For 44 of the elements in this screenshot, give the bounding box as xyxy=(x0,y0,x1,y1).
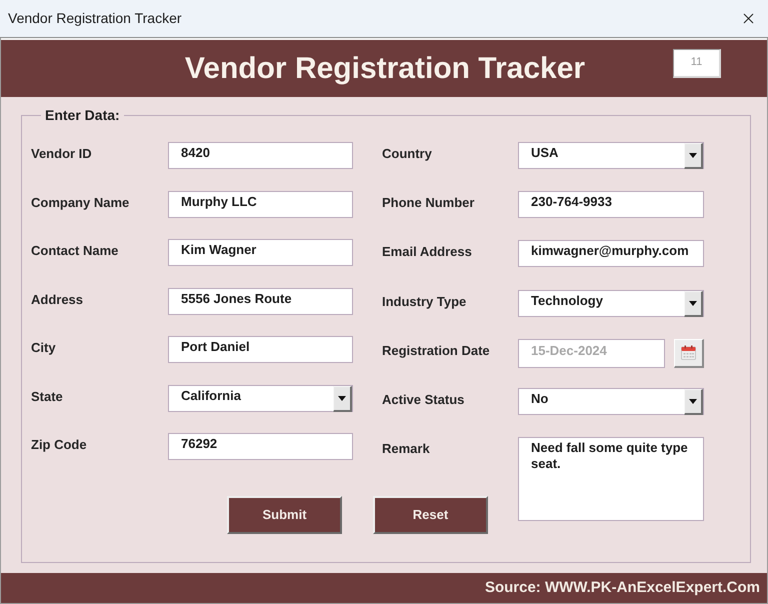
field-label: Company Name xyxy=(31,194,130,210)
text-field[interactable]: 8420 xyxy=(168,142,353,169)
window-title: Vendor Registration Tracker xyxy=(8,9,182,28)
dropdown-button[interactable] xyxy=(684,388,703,415)
dropdown-button[interactable] xyxy=(684,143,703,169)
form-button[interactable]: Submit xyxy=(227,496,342,534)
record-counter: 11 xyxy=(673,49,721,78)
text-field[interactable]: 230-764-9933 xyxy=(518,191,704,218)
field-label: Phone Number xyxy=(382,194,476,212)
frame-caption: Enter Data: xyxy=(44,107,121,123)
dropdown-button[interactable] xyxy=(684,290,703,317)
caret-down-icon xyxy=(689,300,697,306)
field-label: Country xyxy=(382,145,433,162)
field-label: Remark xyxy=(382,440,431,458)
field-label: Address xyxy=(31,290,84,308)
field-label: State xyxy=(31,388,64,404)
text-field[interactable]: 5556 Jones Route xyxy=(168,288,353,314)
dropdown-button[interactable] xyxy=(333,386,352,412)
field-label: Industry Type xyxy=(382,292,468,310)
field-label: Vendor ID xyxy=(31,145,93,162)
field-label: Zip Code xyxy=(31,436,88,453)
dropdown-field[interactable]: USA xyxy=(518,142,704,169)
caret-down-icon xyxy=(689,398,697,404)
remark-field[interactable]: Need fall some quite type seat. xyxy=(518,437,704,522)
field-label: Email Address xyxy=(382,243,473,260)
caret-down-icon xyxy=(338,396,346,400)
source-credit: Source: WWW.PK-AnExcelExpert.Com xyxy=(484,578,760,598)
dropdown-field[interactable]: California xyxy=(168,384,353,412)
field-label: Registration Date xyxy=(382,342,491,359)
text-field[interactable]: kimwagner@murphy.com xyxy=(518,240,704,268)
form-button[interactable]: Reset xyxy=(373,496,488,534)
field-label: City xyxy=(31,339,57,356)
field-label: Contact Name xyxy=(31,242,120,259)
dropdown-field[interactable]: Technology xyxy=(518,290,704,317)
calendar-icon xyxy=(681,345,696,360)
calendar-button[interactable] xyxy=(674,338,704,368)
text-field[interactable]: Kim Wagner xyxy=(168,239,353,266)
form-title: Vendor Registration Tracker xyxy=(184,52,586,86)
dropdown-field[interactable]: No xyxy=(518,388,704,415)
text-field[interactable]: Port Daniel xyxy=(168,336,353,363)
text-field[interactable]: Murphy LLC xyxy=(168,190,353,218)
caret-down-icon xyxy=(689,153,697,158)
field-label: Active Status xyxy=(382,390,466,408)
text-field[interactable]: 76292 xyxy=(168,433,353,460)
